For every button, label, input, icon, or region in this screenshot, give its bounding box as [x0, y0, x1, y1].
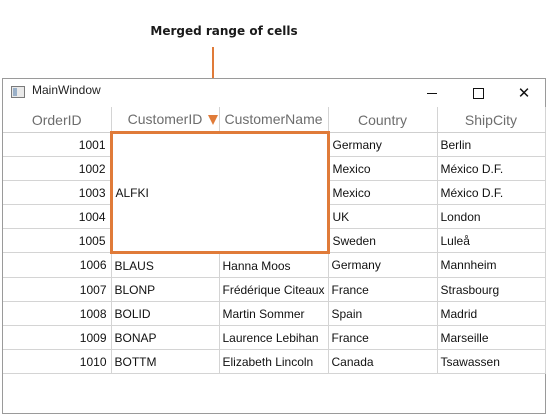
- cell-country[interactable]: Mexico: [328, 180, 438, 205]
- table-row[interactable]: 1001 ALFKI Germany Berlin: [3, 131, 546, 254]
- window-title: MainWindow: [32, 83, 101, 97]
- cell-shipcity[interactable]: Marseille: [437, 325, 546, 350]
- cell-shipcity[interactable]: Berlin: [437, 132, 546, 157]
- cell-orderid[interactable]: 1001: [3, 132, 112, 157]
- column-header-country[interactable]: Country: [328, 107, 438, 133]
- column-header-customername[interactable]: CustomerName: [219, 107, 329, 133]
- cell-orderid[interactable]: 1007: [3, 277, 112, 302]
- title-bar[interactable]: MainWindow ✕: [3, 79, 545, 107]
- cell-customerid[interactable]: BONAP: [111, 325, 220, 350]
- table-row[interactable]: 1007 BLONP Frédérique Citeaux France Str…: [3, 277, 546, 302]
- column-header-orderid[interactable]: OrderID: [3, 107, 112, 133]
- cell-shipcity[interactable]: Tsawassen: [437, 349, 546, 374]
- header-row: OrderID CustomerID CustomerName Country …: [3, 107, 546, 133]
- annotation-arrowhead: [208, 115, 218, 125]
- cell-orderid[interactable]: 1006: [3, 252, 112, 278]
- cell-orderid[interactable]: 1004: [3, 204, 112, 229]
- cell-shipcity[interactable]: Mannheim: [437, 252, 546, 278]
- cell-customername[interactable]: Martin Sommer: [219, 301, 329, 326]
- cell-orderid[interactable]: 1009: [3, 325, 112, 350]
- cell-customerid[interactable]: BOLID: [111, 301, 220, 326]
- maximize-icon: [472, 87, 484, 99]
- cell-customerid[interactable]: BLONP: [111, 277, 220, 302]
- table-row[interactable]: 1008 BOLID Martin Sommer Spain Madrid: [3, 301, 546, 326]
- cell-country[interactable]: Canada: [328, 349, 438, 374]
- cell-customername[interactable]: Hanna Moos: [219, 252, 329, 278]
- cell-customername[interactable]: Elizabeth Lincoln: [219, 349, 329, 374]
- cell-country[interactable]: Germany: [328, 132, 438, 157]
- cell-shipcity[interactable]: Madrid: [437, 301, 546, 326]
- cell-orderid[interactable]: 1008: [3, 301, 112, 326]
- minimize-button[interactable]: [409, 79, 455, 107]
- cell-orderid[interactable]: 1005: [3, 228, 112, 253]
- cell-country[interactable]: Germany: [328, 252, 438, 278]
- app-window-icon: [11, 86, 25, 98]
- minimize-icon: [427, 92, 437, 94]
- cell-shipcity[interactable]: México D.F.: [437, 180, 546, 205]
- annotation-label: Merged range of cells: [150, 24, 298, 38]
- cell-shipcity[interactable]: London: [437, 204, 546, 229]
- cell-shipcity[interactable]: Strasbourg: [437, 277, 546, 302]
- cell-customername[interactable]: Laurence Lebihan: [219, 325, 329, 350]
- cell-country[interactable]: France: [328, 325, 438, 350]
- cell-customerid[interactable]: BLAUS: [111, 252, 220, 278]
- column-header-customerid[interactable]: CustomerID: [111, 107, 220, 133]
- cell-customerid[interactable]: BOTTM: [111, 349, 220, 374]
- cell-country[interactable]: UK: [328, 204, 438, 229]
- cell-shipcity[interactable]: Luleå: [437, 228, 546, 253]
- close-icon: ✕: [517, 83, 531, 102]
- close-button[interactable]: ✕: [501, 79, 547, 107]
- cell-country[interactable]: Spain: [328, 301, 438, 326]
- cell-shipcity[interactable]: México D.F.: [437, 156, 546, 181]
- table-row[interactable]: 1010 BOTTM Elizabeth Lincoln Canada Tsaw…: [3, 349, 546, 374]
- cell-country[interactable]: France: [328, 277, 438, 302]
- cell-country[interactable]: Sweden: [328, 228, 438, 253]
- maximize-button[interactable]: [455, 79, 501, 107]
- cell-orderid[interactable]: 1002: [3, 156, 112, 181]
- data-grid: OrderID CustomerID CustomerName Country …: [3, 107, 546, 374]
- table-row[interactable]: 1006 BLAUS Hanna Moos Germany Mannheim: [3, 252, 546, 278]
- merged-cell-range[interactable]: ALFKI: [109, 131, 330, 254]
- table-row[interactable]: 1009 BONAP Laurence Lebihan France Marse…: [3, 325, 546, 350]
- cell-country[interactable]: Mexico: [328, 156, 438, 181]
- cell-orderid[interactable]: 1010: [3, 349, 112, 374]
- cell-orderid[interactable]: 1003: [3, 180, 112, 205]
- column-header-shipcity[interactable]: ShipCity: [437, 107, 546, 133]
- cell-customername[interactable]: Frédérique Citeaux: [219, 277, 329, 302]
- main-window: MainWindow ✕ OrderID CustomerID Customer…: [2, 78, 546, 414]
